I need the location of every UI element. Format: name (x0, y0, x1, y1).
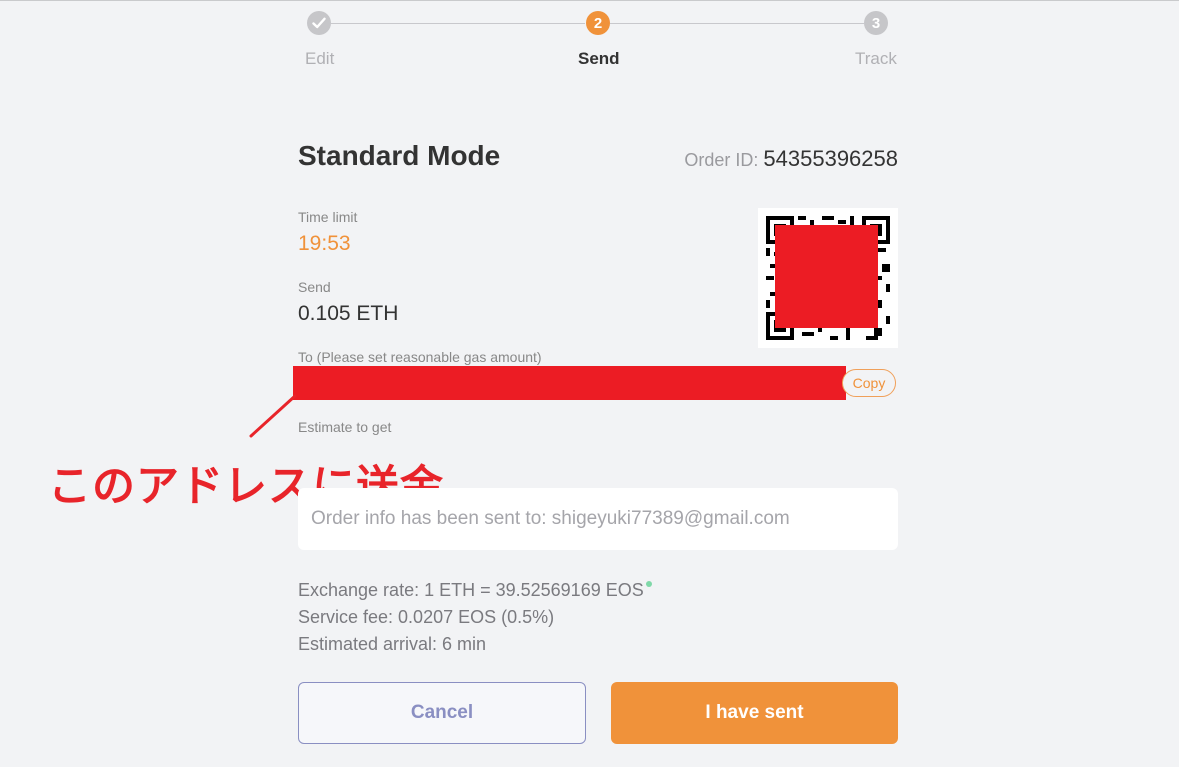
cancel-button[interactable]: Cancel (298, 682, 586, 744)
step-2-circle: 2 (586, 11, 610, 35)
order-id-label: Order ID: (684, 150, 759, 170)
exchange-rate: Exchange rate: 1 ETH = 39.52569169 EOS (298, 580, 652, 601)
estimate-label: Estimate to get (298, 419, 392, 435)
step-label-send: Send (578, 49, 620, 68)
to-address-label: To (Please set reasonable gas amount) (298, 349, 542, 365)
check-icon (312, 17, 326, 29)
step-connector (331, 23, 585, 24)
qr-redaction (775, 225, 878, 328)
page-title: Standard Mode (298, 140, 501, 171)
send-label: Send (298, 279, 331, 295)
step-1-check-icon (307, 11, 331, 35)
service-fee: Service fee: 0.0207 EOS (0.5%) (298, 607, 555, 627)
exchange-rate-text: Exchange rate: 1 ETH = 39.52569169 EOS (298, 580, 644, 600)
order-info-notice: Order info has been sent to: shigeyuki77… (298, 488, 898, 550)
i-have-sent-button[interactable]: I have sent (611, 682, 898, 744)
step-label-track: Track (855, 49, 897, 68)
step-3-circle: 3 (864, 11, 888, 35)
send-value: 0.105 ETH (298, 302, 399, 325)
order-id: Order ID: 54355396258 (684, 146, 898, 172)
annotation-pointer-line (249, 394, 297, 438)
deposit-qr-code (758, 208, 898, 348)
to-address-redacted (293, 366, 846, 400)
time-limit-label: Time limit (298, 209, 358, 225)
estimated-arrival: Estimated arrival: 6 min (298, 634, 487, 654)
top-border (0, 0, 1179, 1)
time-limit-value: 19:53 (298, 232, 351, 255)
copy-address-button[interactable]: Copy (842, 369, 896, 397)
order-id-value: 54355396258 (763, 146, 898, 171)
step-label-edit: Edit (305, 49, 335, 68)
status-dot-icon (645, 581, 652, 587)
step-connector (610, 23, 864, 24)
